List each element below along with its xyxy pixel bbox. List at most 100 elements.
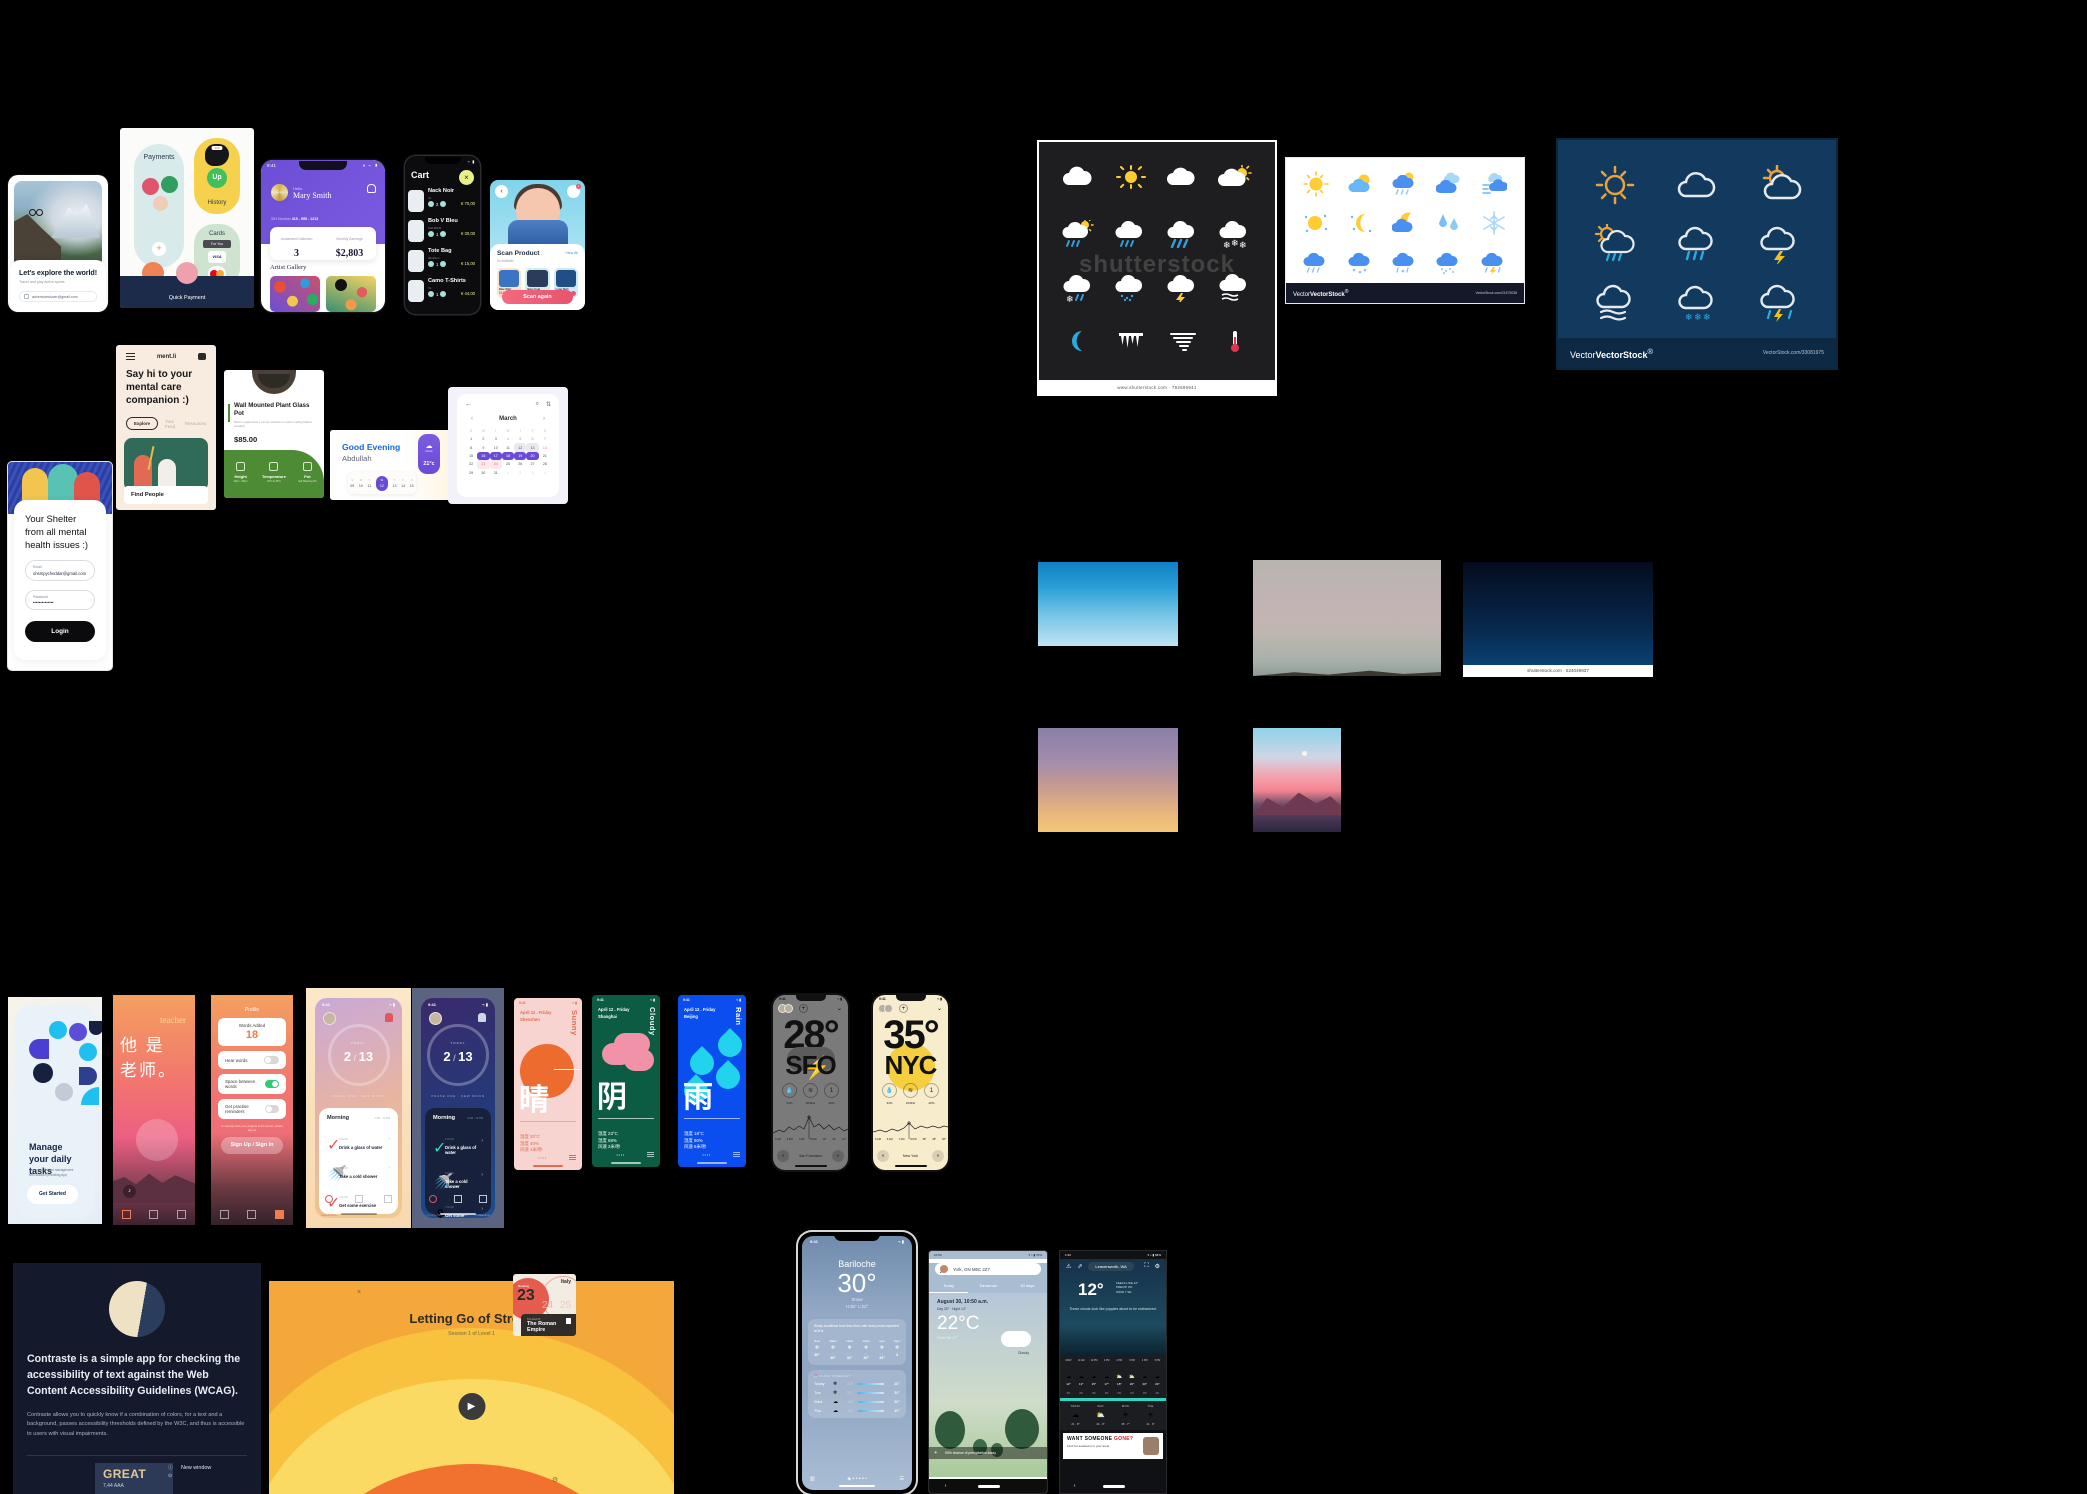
page-dots[interactable]: •••• [616, 1153, 625, 1157]
message-icon[interactable] [198, 353, 206, 360]
home-pill[interactable] [1102, 1484, 1125, 1488]
toggle-switch[interactable] [265, 1080, 279, 1088]
scan-product-mockup[interactable]: ‹ 1 Scan Product View All 04 available B… [490, 180, 585, 310]
for-you-chip[interactable]: For You [203, 240, 231, 248]
advertisement-banner[interactable]: WANT SOMEONE GONE? Find hot assassins in… [1063, 1433, 1163, 1459]
task-row[interactable]: 🚿 6:15 AM Take a cold shower › [433, 1161, 483, 1191]
task-row[interactable]: ✓ 6:00 AM Drink a glass of water › [327, 1127, 390, 1155]
alert-icon[interactable]: ⚠ [1066, 1263, 1071, 1270]
new-window-label[interactable]: New window [181, 1465, 211, 1471]
day-cell[interactable]: T 13 [392, 479, 396, 488]
map-icon[interactable]: ▥ [810, 1476, 815, 1482]
prev-month-icon[interactable]: ‹ [471, 416, 473, 422]
quantity-stepper[interactable]: 2 [428, 201, 447, 207]
cn-weather-beijing[interactable]: 9:41 ⌁ ▮ April 12 . Friday Beijing Rain 雨… [678, 995, 746, 1167]
weather-card[interactable]: ☁ Cloudy 21°c [418, 434, 440, 474]
play-button[interactable]: ▶ [458, 1393, 485, 1420]
menu-icon[interactable] [126, 353, 135, 360]
chevron-down-icon[interactable]: ⌄ [937, 1005, 942, 1012]
page-dots[interactable]: •••• [702, 1153, 711, 1157]
tab-community[interactable]: COMMUNITY [381, 1195, 396, 1218]
avatar[interactable] [323, 1012, 336, 1025]
back-icon[interactable]: ‹ [1074, 1483, 1076, 1489]
cart-row[interactable]: Bob V Bleu S/M 38CM 1 € 30,00 [408, 218, 476, 245]
language-profile-mockup[interactable]: Profile Words Added 18 Hear words Space … [211, 995, 293, 1225]
close-icon[interactable]: × [459, 170, 474, 185]
nav-profile-icon[interactable] [176, 1209, 186, 1219]
tab-10-days[interactable]: 10 days [1008, 1279, 1047, 1293]
habit-tracker-light-mockup[interactable]: 9:41 ⌁ ▮ TODAY 2 / 13 PHASE ONE · NEW MO… [306, 988, 411, 1228]
setting-hear-words[interactable]: Hear words [218, 1051, 286, 1069]
tab-today[interactable]: Today [929, 1279, 969, 1293]
gallery-tile[interactable] [326, 276, 376, 312]
day-cell-selected[interactable]: W 12 [375, 475, 388, 491]
page-dots[interactable]: ◈ • • • • • [847, 1476, 867, 1482]
bell-icon[interactable] [367, 184, 376, 193]
reading-card-mockup[interactable]: Reading 23 Italy 24 25 ←→ The End Of The… [513, 1274, 576, 1336]
tab-dashboard[interactable]: DASHBOARD [321, 1195, 336, 1218]
audio-play-button[interactable]: ♪ [123, 1185, 136, 1198]
home-pill[interactable] [977, 1484, 1000, 1488]
next-city-button[interactable]: » [932, 1150, 944, 1162]
email-field[interactable]: Email ohsmpycheddar@gmail.com [25, 560, 95, 581]
day-cell[interactable]: S 15 [410, 479, 414, 488]
tab-dashboard[interactable]: DASHBOARD [425, 1195, 440, 1218]
search-input[interactable]: ⌕ York, ON M6C 2Z7 [935, 1260, 1041, 1277]
visa-icon[interactable]: VISA [208, 251, 226, 263]
tab-tomorrow[interactable]: Tomorrow [968, 1279, 1007, 1293]
menu-icon[interactable] [647, 1152, 654, 1157]
artist-dashboard-mockup[interactable]: 9:41 ⏸ ⌁ ▮ Hello Mary Smith SIN Number 4… [261, 160, 385, 312]
scan-again-button[interactable]: Scan again [502, 290, 573, 304]
login-button[interactable]: Login [25, 621, 95, 642]
weather-nyc-mockup[interactable]: 9:41 ⌁ ▮ + ⌄ 35° NYC 💧 34% ≋ 2KM/H 1 20% 5 A… [873, 995, 948, 1170]
cn-weather-shenzhen[interactable]: 9:41 ⌁ ▮ April 12 . Friday Shenzhen Sunny… [514, 998, 582, 1170]
prev-city-button[interactable]: « [877, 1150, 889, 1162]
expand-icon[interactable]: ⛶ [1144, 1263, 1148, 1270]
day-cell[interactable]: S 09 [350, 479, 354, 488]
teacher-flashcard-mockup[interactable]: teacher 他 是 老师。 ♪ [113, 995, 195, 1225]
avatar-group[interactable] [778, 1004, 793, 1013]
contraste-app-panel[interactable]: Contraste is a simple app for checking t… [13, 1263, 261, 1494]
add-city-button[interactable]: + [799, 1004, 808, 1013]
avatar[interactable] [429, 1012, 442, 1025]
page-dots[interactable]: •••• [538, 1156, 547, 1160]
payments-history-card[interactable]: 400 Up History [194, 138, 240, 214]
add-city-button[interactable]: + [899, 1004, 908, 1013]
back-icon[interactable]: ‹ [945, 1483, 947, 1489]
share-icon[interactable]: ⇗ [1077, 1263, 1082, 1270]
day-cell[interactable]: T 11 [368, 479, 372, 488]
nav-home-icon[interactable] [122, 1209, 132, 1219]
avatar-group[interactable] [878, 1004, 893, 1013]
chevron-down-icon[interactable]: ⌄ [837, 1005, 842, 1012]
password-field[interactable]: Password •••••••••••••• [25, 589, 95, 610]
android-weather-screenshot[interactable]: 10:50 ▾ ⌁ ▮ 70% ⌕ York, ON M6C 2Z7 Today… [928, 1250, 1048, 1494]
cart-row[interactable]: Camo T-Shirts XL 1 € 44,00 [408, 278, 476, 305]
task-row[interactable]: ✓ 6:00 AM Drink a glass of water › [433, 1127, 483, 1157]
bell-icon[interactable] [478, 1013, 486, 1022]
book-card[interactable]: The End Of The Roman Empire [521, 1314, 576, 1336]
add-person-button[interactable]: + [152, 242, 166, 256]
good-evening-mockup[interactable]: Good Evening Abdullah ☁ Cloudy 21°c S 09 … [330, 430, 450, 500]
task-row[interactable]: 🚿 6:15 AM Take a cold shower › [327, 1156, 390, 1184]
shelter-login-mockup[interactable]: Your Shelter from all mental health issu… [8, 462, 112, 670]
nav-home-icon[interactable] [220, 1209, 230, 1219]
back-icon[interactable]: ‹ [495, 185, 508, 198]
filter-icon[interactable]: ⇅ [546, 401, 551, 408]
ios-weather-bariloche-mockup[interactable]: 9:41 ⌁ ▮ Bariloche 30° Snow H:36° L:22° W… [798, 1232, 916, 1494]
mentli-mockup[interactable]: ment.li Say hi to your mental care compa… [116, 345, 216, 510]
nav-profile-icon[interactable] [274, 1209, 284, 1219]
next-month-icon[interactable]: › [543, 416, 545, 422]
toggle-switch[interactable] [265, 1105, 279, 1113]
weather-sfo-mockup[interactable]: 9:41 ⌁ ▮ + ⌄ 28° ⚡ SFO 💧 64% ≋ 8KM/H 1 30% 5… [773, 995, 848, 1170]
find-people-button[interactable]: Find People [124, 486, 208, 504]
plant-product-mockup[interactable]: Wall Mounted Plant Glass Pot Plant in a … [224, 370, 324, 498]
avatar[interactable] [153, 196, 168, 211]
gear-icon[interactable]: ⚙ [1155, 1263, 1160, 1270]
travel-email-field[interactable]: adventureslover@gmail.com [19, 291, 97, 302]
cn-weather-shanghai[interactable]: 9:41 ⌁ ▮ April 12 . Friday Shanghai Cloud… [592, 995, 660, 1167]
cart-row[interactable]: Tote Bag 36x40cm 1 € 15,00 [408, 248, 476, 275]
gallery-tile[interactable] [270, 276, 320, 312]
back-icon[interactable]: ← [465, 401, 472, 408]
quantity-stepper[interactable]: 1 [428, 231, 447, 237]
setting-practise-reminders[interactable]: Get practise reminders [218, 1099, 286, 1119]
